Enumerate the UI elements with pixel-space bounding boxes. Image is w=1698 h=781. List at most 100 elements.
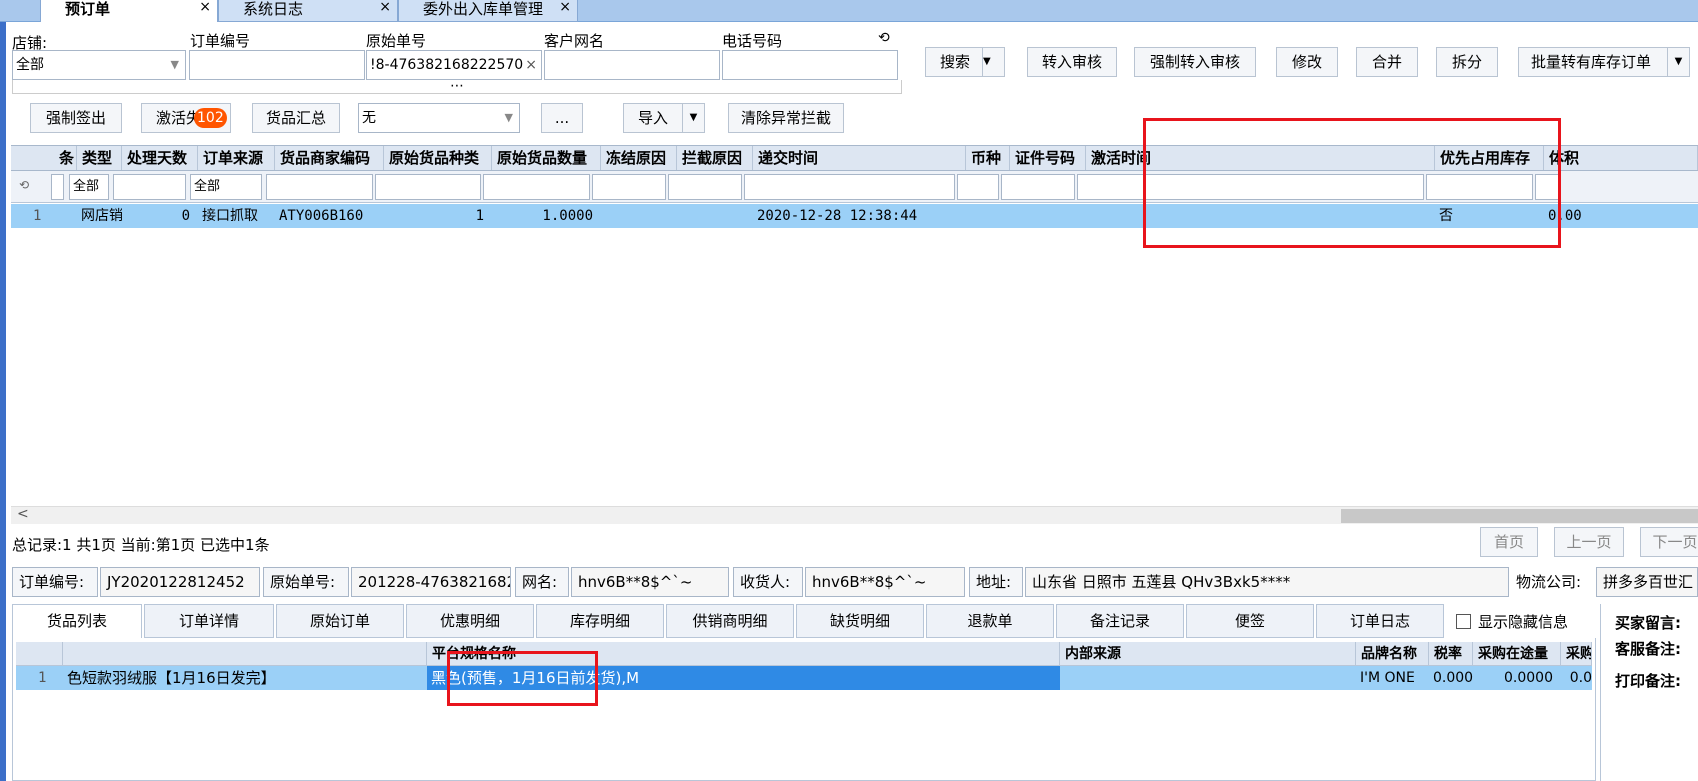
col-header[interactable]: 税率 — [1429, 642, 1473, 666]
activate-failed-button[interactable]: 激活失 102 — [141, 103, 231, 133]
col-header[interactable]: 冻结原因 — [601, 146, 677, 170]
sku-filter[interactable] — [266, 174, 373, 200]
subtab-remark-log[interactable]: 备注记录 — [1056, 604, 1184, 638]
import-button[interactable]: 导入 ▼ — [623, 103, 705, 133]
chevron-down-icon[interactable]: ▼ — [982, 48, 1004, 76]
phone-label: 电话号码 — [722, 32, 783, 50]
subtab-order-detail[interactable]: 订单详情 — [144, 604, 274, 638]
subtab-stock-detail[interactable]: 库存明细 — [536, 604, 664, 638]
col-header[interactable]: 货品商家编码 — [275, 146, 384, 170]
close-icon[interactable]: × — [559, 0, 571, 16]
col-header[interactable]: 订单来源 — [198, 146, 275, 170]
more-options-button[interactable]: ... — [541, 103, 583, 133]
goods-summary-button[interactable]: 货品汇总 — [252, 103, 340, 133]
tab-preorder[interactable]: 预订单 × — [40, 0, 218, 22]
qty-filter[interactable] — [483, 174, 590, 200]
chevron-down-icon: ▼ — [170, 58, 179, 71]
type-filter[interactable]: 全部 — [69, 174, 109, 200]
first-page-button[interactable]: 首页 — [1480, 527, 1538, 557]
col-header[interactable]: 体积 — [1544, 146, 1698, 170]
subtab-order-log[interactable]: 订单日志 — [1316, 604, 1444, 638]
kinds-filter[interactable] — [375, 174, 481, 200]
clear-filter-icon[interactable]: ⟲ — [878, 30, 890, 46]
receiver-detail[interactable]: hnv6B**8$^`~ — [805, 567, 965, 597]
merge-label: 合并 — [1371, 53, 1402, 71]
chevron-down-icon: ▼ — [504, 111, 513, 124]
col-header[interactable]: 原始货品种类 — [384, 146, 492, 170]
orig-no-input[interactable]: !8-476382168222570 × — [366, 50, 542, 80]
filter-reset-icon[interactable]: ⟲ — [19, 178, 29, 192]
nick-detail[interactable]: hnv6B**8$^`~ — [571, 567, 729, 597]
col-header[interactable]: 证件号码 — [1010, 146, 1086, 170]
order-no-input[interactable] — [189, 50, 365, 80]
col-header[interactable]: 原始货品数量 — [492, 146, 601, 170]
force-sign-out-button[interactable]: 强制签出 — [30, 103, 122, 133]
subtab-refund[interactable]: 退款单 — [926, 604, 1054, 638]
days-filter[interactable] — [113, 174, 186, 200]
col-header[interactable]: 条 — [11, 146, 77, 170]
ellipsis-label: ... — [554, 109, 570, 127]
chevron-down-icon[interactable]: ▼ — [682, 104, 704, 132]
close-icon[interactable]: × — [199, 0, 211, 16]
show-hidden-checkbox[interactable] — [1456, 614, 1471, 629]
col-header[interactable]: 拦截原因 — [677, 146, 753, 170]
order-no-label: 订单编号 — [190, 32, 251, 50]
horizontal-scrollbar[interactable]: < — [11, 506, 1698, 524]
cell-brand: I'M ONE — [1360, 670, 1415, 686]
id-no-filter[interactable] — [1001, 174, 1075, 200]
next-page-button[interactable]: 下一页 — [1640, 527, 1698, 557]
shop-select[interactable]: 全部 ▼ — [12, 50, 186, 80]
col-header[interactable]: 币种 — [966, 146, 1010, 170]
col-header — [63, 642, 427, 666]
currency-filter[interactable] — [957, 174, 999, 200]
filter-cell[interactable] — [51, 174, 64, 200]
subtab-original-order[interactable]: 原始订单 — [276, 604, 404, 638]
modify-button[interactable]: 修改 — [1276, 47, 1338, 77]
strategy-select[interactable]: 无 ▼ — [358, 103, 520, 133]
force-review-button[interactable]: 强制转入审核 — [1134, 47, 1256, 77]
customer-input[interactable] — [544, 50, 720, 80]
order-no-detail[interactable]: JY2020122812452 — [100, 567, 260, 597]
expand-filters-handle[interactable]: ⋯ — [12, 79, 902, 94]
cell-sku: ATY006B160 — [279, 208, 364, 224]
split-button[interactable]: 拆分 — [1436, 47, 1498, 77]
tab-outsource-stock[interactable]: 委外出入库单管理 × — [398, 0, 578, 22]
phone-input[interactable] — [722, 50, 898, 80]
chevron-down-icon[interactable]: ▼ — [1667, 48, 1689, 76]
subtab-shortage-detail[interactable]: 缺货明细 — [796, 604, 924, 638]
submit-time-filter[interactable] — [744, 174, 955, 200]
service-remark-label: 客服备注: — [1615, 640, 1681, 658]
close-icon[interactable]: × — [379, 0, 391, 16]
col-header[interactable]: 采购在途量 — [1473, 642, 1561, 666]
scroll-left-icon[interactable]: < — [17, 506, 29, 522]
col-header[interactable]: 采购到 — [1561, 642, 1592, 666]
table-row[interactable]: 1 色短款羽绒服【1月16日发完】 黑色(预售，1月16日前发货),M I'M … — [16, 666, 1592, 690]
clear-intercept-button[interactable]: 清除异常拦截 — [728, 103, 844, 133]
col-header[interactable]: 递交时间 — [753, 146, 966, 170]
subtab-goods-list[interactable]: 货品列表 — [12, 604, 142, 638]
logistics-detail[interactable]: 拼多多百世汇 — [1596, 567, 1698, 597]
intercept-filter[interactable] — [668, 174, 742, 200]
freeze-filter[interactable] — [592, 174, 666, 200]
col-header[interactable]: 品牌名称 — [1356, 642, 1429, 666]
force-sign-out-label: 强制签出 — [45, 109, 106, 127]
batch-stock-button[interactable]: 批量转有库存订单 ▼ — [1518, 47, 1690, 77]
batch-stock-label: 批量转有库存订单 — [1531, 53, 1652, 71]
search-button[interactable]: 搜索 ▼ — [925, 47, 1005, 77]
subtab-memo[interactable]: 便签 — [1186, 604, 1314, 638]
col-header[interactable]: 内部来源 — [1060, 642, 1356, 666]
subtab-supplier-detail[interactable]: 供销商明细 — [666, 604, 794, 638]
merge-button[interactable]: 合并 — [1356, 47, 1418, 77]
subtab-discount-detail[interactable]: 优惠明细 — [406, 604, 534, 638]
cell-arrive: 0.0 — [1569, 670, 1592, 686]
clear-icon[interactable]: × — [525, 51, 537, 79]
prev-page-button[interactable]: 上一页 — [1554, 527, 1624, 557]
source-filter[interactable]: 全部 — [190, 174, 262, 200]
addr-detail[interactable]: 山东省 日照市 五莲县 QHv3Bxk5**** — [1025, 567, 1509, 597]
tab-system-log[interactable]: 系统日志 × — [218, 0, 398, 22]
to-review-button[interactable]: 转入审核 — [1027, 47, 1117, 77]
col-header[interactable]: 类型 — [77, 146, 122, 170]
col-header[interactable]: 处理天数 — [122, 146, 198, 170]
scrollbar-thumb[interactable] — [1341, 509, 1698, 523]
orig-no-detail[interactable]: 201228-47638216822 — [351, 567, 511, 597]
